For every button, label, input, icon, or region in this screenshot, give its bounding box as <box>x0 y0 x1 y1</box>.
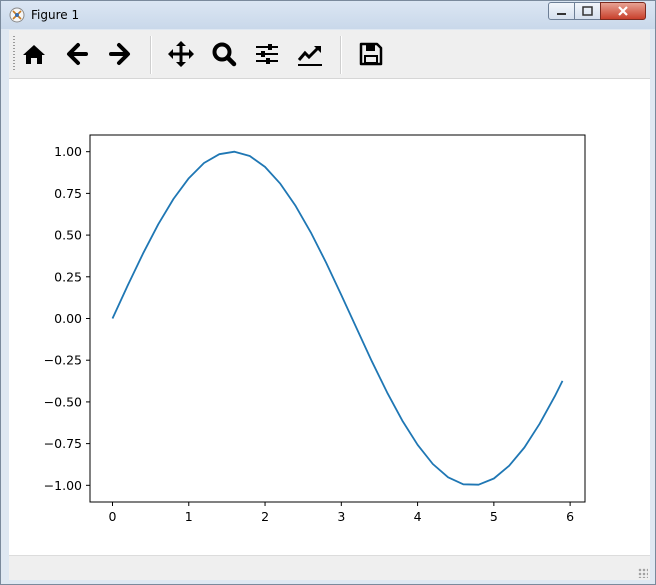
toolbar-grip[interactable] <box>13 36 15 72</box>
y-tick-label: −0.50 <box>44 394 82 409</box>
navigation-toolbar <box>9 30 650 79</box>
y-tick-label: 1.00 <box>54 144 82 159</box>
status-bar <box>9 555 650 580</box>
back-button[interactable] <box>61 38 93 70</box>
x-tick-label: 4 <box>414 509 422 524</box>
axes-frame <box>89 134 586 503</box>
x-tick-label: 0 <box>109 509 117 524</box>
forward-button[interactable] <box>104 38 136 70</box>
window-title: Figure 1 <box>31 8 80 22</box>
resize-grip[interactable] <box>638 568 648 578</box>
y-tick-label: 0.25 <box>54 269 82 284</box>
y-tick-label: −0.75 <box>44 436 82 451</box>
y-tick-label: −0.25 <box>44 353 82 368</box>
maximize-button[interactable] <box>574 2 601 20</box>
x-tick-label: 5 <box>490 509 498 524</box>
y-tick-label: 0.75 <box>54 186 82 201</box>
subplots-button[interactable] <box>251 38 283 70</box>
x-tick-label: 2 <box>261 509 269 524</box>
x-tick-label: 6 <box>566 509 574 524</box>
y-tick-label: −1.00 <box>44 478 82 493</box>
x-tick-label: 3 <box>337 509 345 524</box>
save-button[interactable] <box>355 38 387 70</box>
arrow-left-icon <box>67 43 88 65</box>
pan-button[interactable] <box>165 38 197 70</box>
x-tick-label: 1 <box>185 509 193 524</box>
close-button[interactable] <box>600 2 646 20</box>
y-tick-label: 0.00 <box>54 311 82 326</box>
maximize-icon <box>582 6 593 16</box>
close-icon <box>618 6 628 16</box>
title-bar[interactable]: Figure 1 <box>1 1 655 29</box>
save-floppy-icon <box>359 42 383 66</box>
sine-line-chart: 0 1 2 3 4 5 6 1.00 0.75 0.50 0.25 0.00 −0.25 −0.50 −0.… <box>44 134 586 524</box>
edit-axis-chart-icon <box>297 45 322 66</box>
zoom-button[interactable] <box>208 38 240 70</box>
zoom-magnifier-icon <box>212 42 237 67</box>
toolbar-separator <box>150 36 152 74</box>
home-button[interactable] <box>18 38 50 70</box>
pan-move-icon <box>168 41 194 67</box>
minimize-icon <box>557 13 566 15</box>
figure-app-icon <box>9 7 25 23</box>
home-icon <box>23 45 45 64</box>
y-tick-label: 0.50 <box>54 228 82 243</box>
subplots-sliders-icon <box>256 44 278 64</box>
figure-window: Figure 1 0 1 2 3 4 5 6 1.00 0.75 0.50 0.… <box>0 0 656 585</box>
toolbar-separator <box>340 36 342 74</box>
arrow-right-icon <box>109 43 130 65</box>
minimize-button[interactable] <box>548 2 575 20</box>
edit-axis-button[interactable] <box>294 38 326 70</box>
figure-canvas[interactable]: 0 1 2 3 4 5 6 1.00 0.75 0.50 0.25 0.00 −0.25 −0.50 −0.… <box>9 79 650 555</box>
